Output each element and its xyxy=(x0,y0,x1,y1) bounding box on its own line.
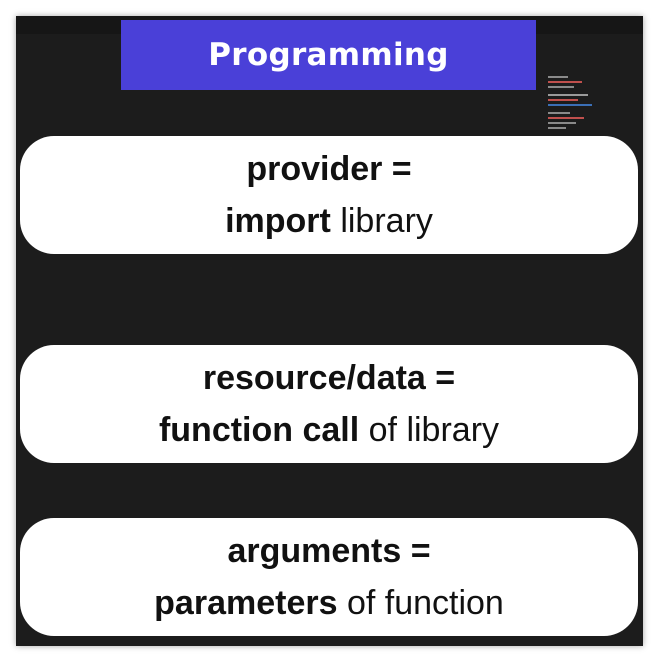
card-definition-bold: function call xyxy=(158,411,360,449)
card-resource-data: resource/data = function call of library xyxy=(20,345,638,463)
card-arguments: arguments = parameters of function xyxy=(20,518,638,636)
card-definition-regular: of function xyxy=(337,584,504,622)
card-provider: provider = import library xyxy=(20,136,638,254)
card-definition-bold: parameters xyxy=(154,584,338,622)
code-thumbnail-image xyxy=(546,74,618,134)
card-line-1: provider = xyxy=(246,143,411,195)
card-line-2: parameters of function xyxy=(154,577,504,629)
card-line-2: function call of library xyxy=(159,404,499,456)
title-banner: Programming xyxy=(121,20,536,90)
card-line-2: import library xyxy=(225,195,433,247)
card-term: resource/data = xyxy=(202,359,456,397)
slide-frame: Programming provider = import library re… xyxy=(16,16,643,646)
card-term: provider = xyxy=(246,150,412,188)
slide-title: Programming xyxy=(208,37,449,73)
card-line-1: arguments = xyxy=(227,525,430,577)
card-definition-bold: import xyxy=(225,202,331,240)
card-term: arguments = xyxy=(227,532,431,570)
card-line-1: resource/data = xyxy=(203,352,455,404)
card-definition-regular: library xyxy=(330,202,433,240)
card-definition-regular: of library xyxy=(359,411,500,449)
